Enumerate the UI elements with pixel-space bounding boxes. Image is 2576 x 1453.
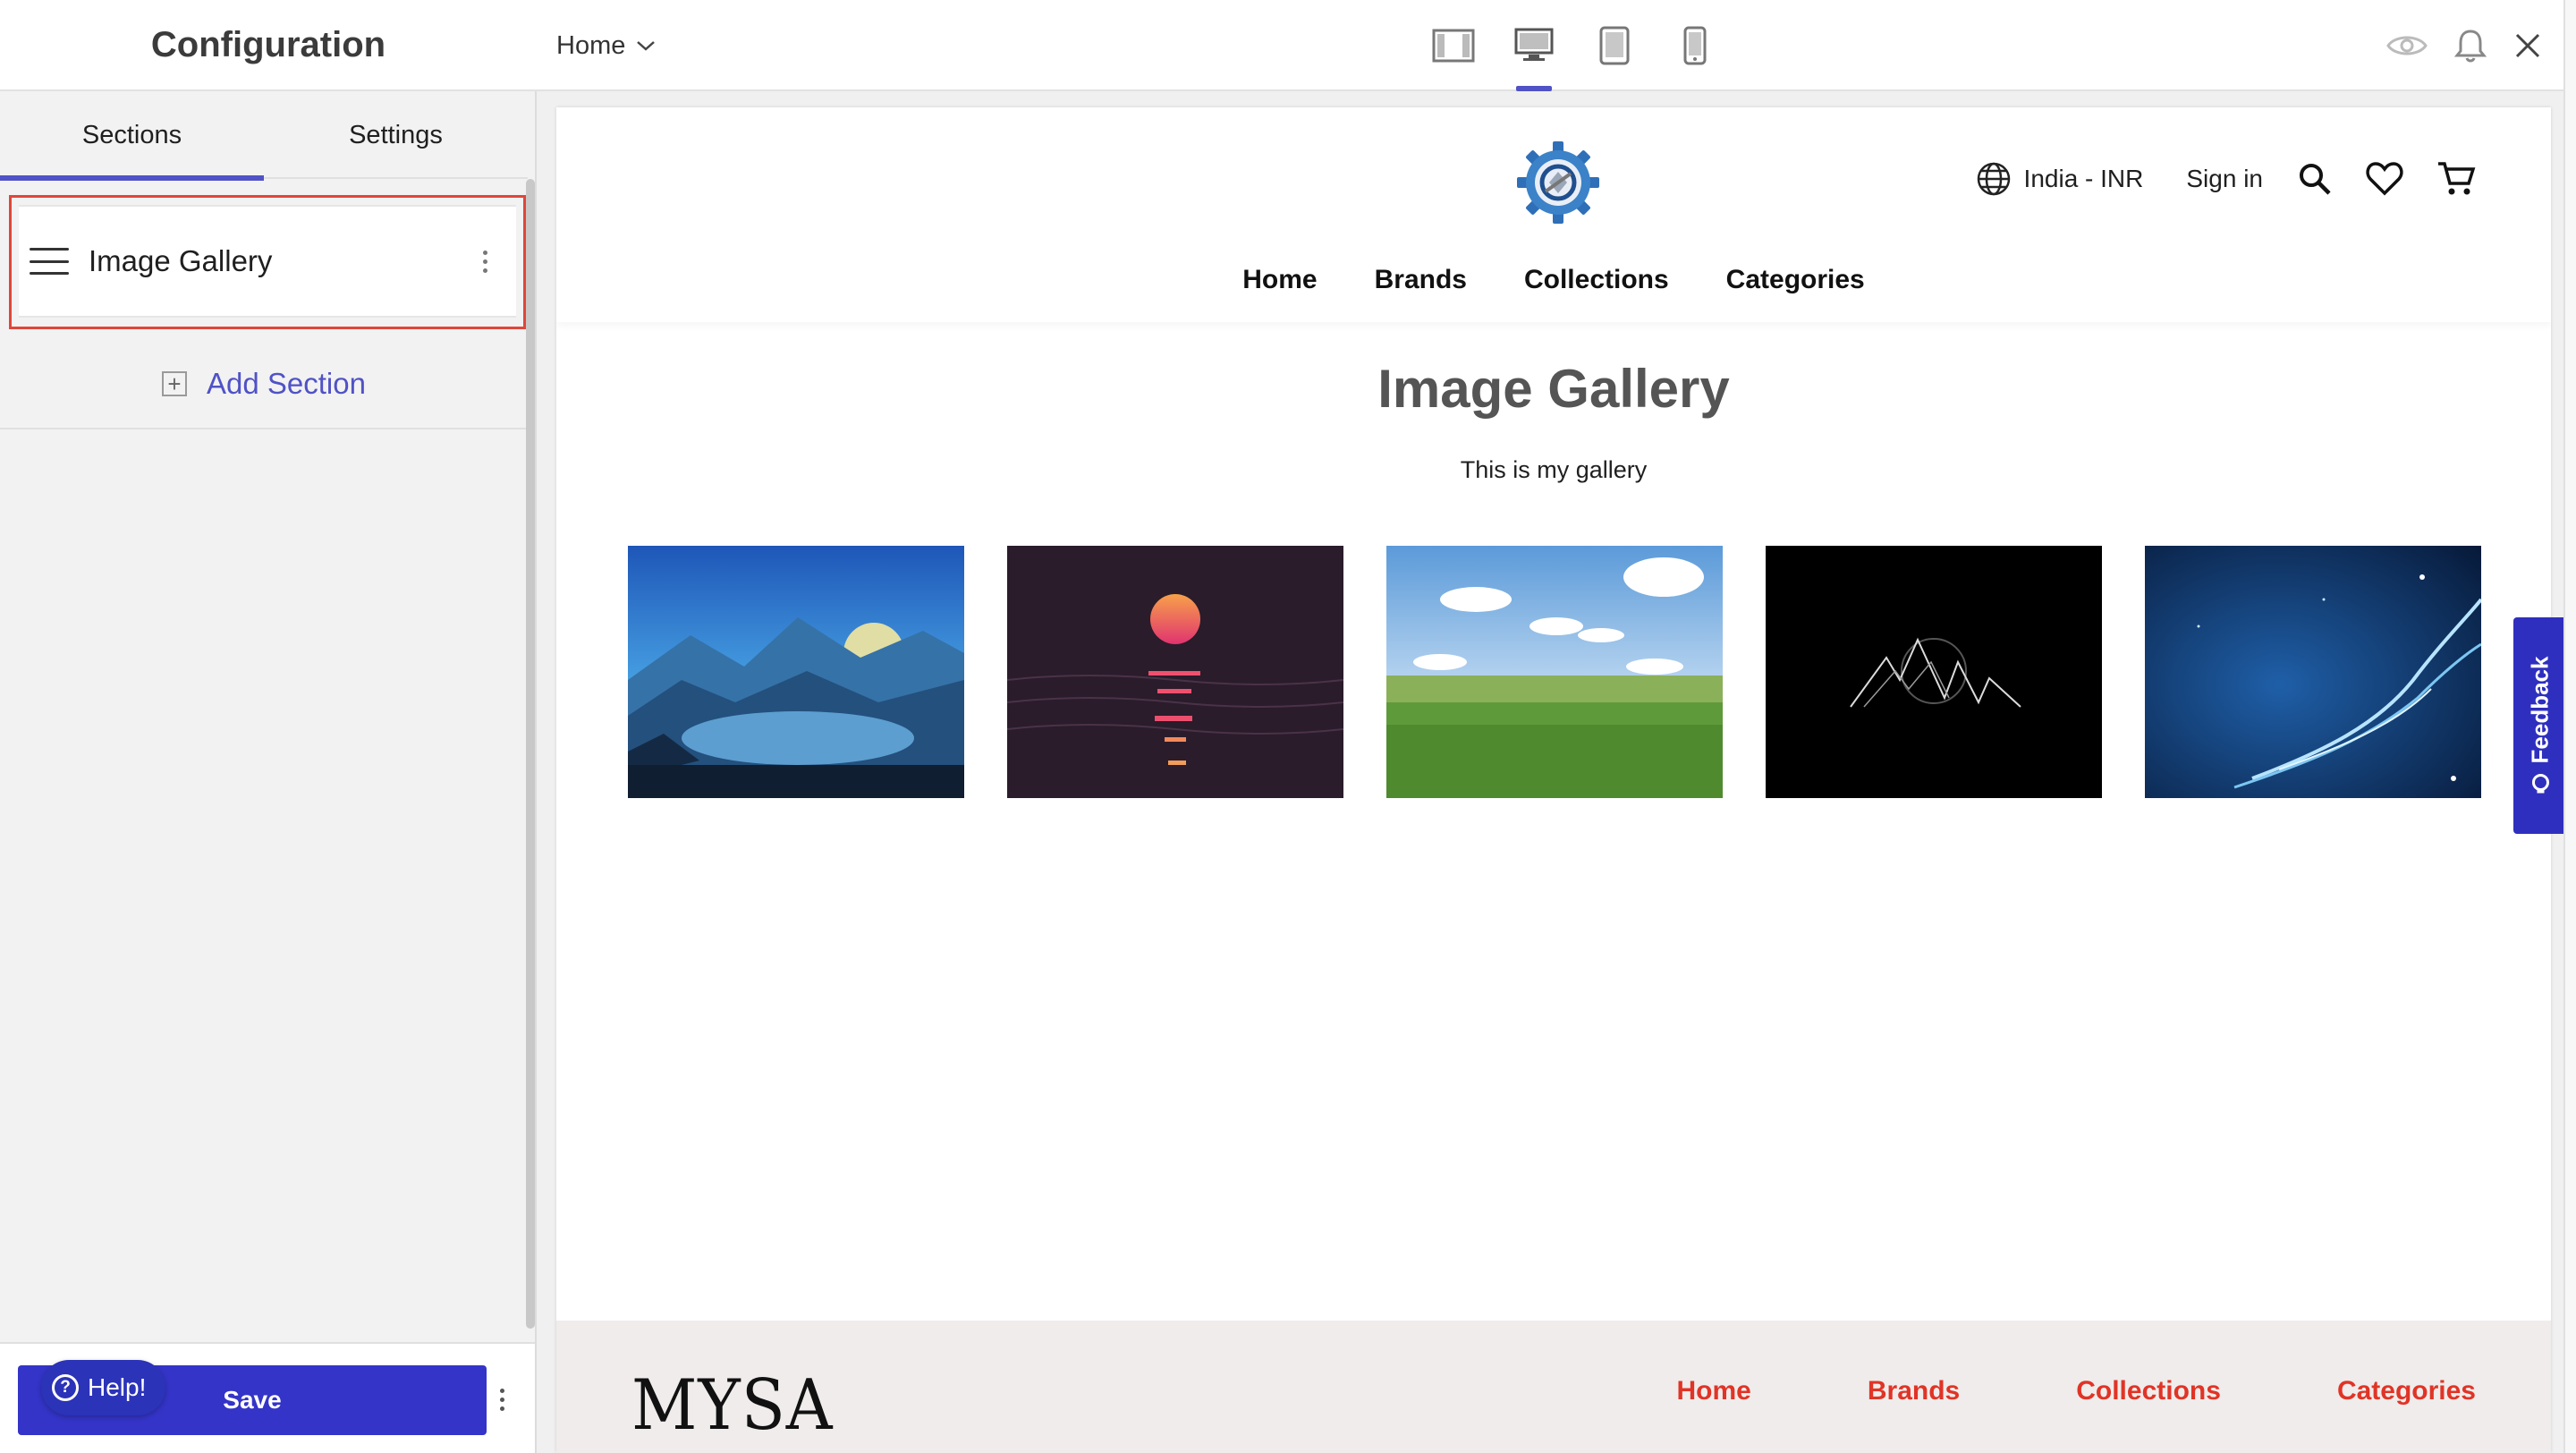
- page-selector-label: Home: [556, 30, 626, 60]
- question-icon: ?: [52, 1374, 79, 1401]
- panel-scrollbar[interactable]: [526, 179, 535, 1329]
- add-section-label: Add Section: [207, 367, 366, 400]
- footer-link-collections[interactable]: Collections: [2076, 1376, 2221, 1406]
- sidebar-layout-icon: [1432, 29, 1475, 63]
- app-root: Configuration Sections Settings Image Ga…: [0, 0, 2576, 1453]
- search-icon: [2300, 164, 2331, 195]
- add-section-button[interactable]: + Add Section: [0, 340, 528, 429]
- sidebar-layout-button[interactable]: [1413, 0, 1494, 91]
- configuration-panel: Configuration Sections Settings Image Ga…: [0, 0, 537, 1453]
- header-actions: India - INR Sign in: [1976, 152, 2476, 206]
- feedback-content: Feedback: [2527, 656, 2555, 795]
- store-footer: MYSA Home Brands Collections Categories: [556, 1321, 2551, 1453]
- feedback-label: Feedback: [2526, 656, 2554, 763]
- nav-link-brands[interactable]: Brands: [1375, 265, 1467, 295]
- device-switcher: [1413, 0, 1735, 91]
- section-row: Image Gallery: [19, 205, 516, 318]
- tab-settings[interactable]: Settings: [264, 91, 528, 179]
- close-icon[interactable]: [2513, 31, 2542, 60]
- mountain-lake-image[interactable]: [628, 546, 964, 798]
- search-button[interactable]: [2297, 161, 2333, 197]
- footer-logo[interactable]: MYSA: [631, 1365, 834, 1446]
- panel-tabs: Sections Settings: [0, 91, 528, 181]
- store-preview: India - INR Sign in Home Brands Collecti…: [556, 107, 2551, 1453]
- green-meadow-image[interactable]: [1386, 546, 1723, 798]
- footer-link-home[interactable]: Home: [1677, 1376, 1751, 1406]
- sign-in-link[interactable]: Sign in: [2186, 165, 2263, 193]
- gallery-title: Image Gallery: [1377, 359, 1730, 419]
- store-nav: Home Brands Collections Categories: [556, 265, 2551, 295]
- footer-link-categories[interactable]: Categories: [2337, 1376, 2476, 1406]
- gear-logo-icon[interactable]: [1513, 138, 1603, 227]
- mobile-icon: [1683, 26, 1707, 65]
- locale-selector[interactable]: India - INR: [1976, 161, 2144, 197]
- footer-link-brands[interactable]: Brands: [1868, 1376, 1960, 1406]
- image-gallery: [628, 546, 2481, 798]
- help-button[interactable]: ? Help!: [41, 1360, 166, 1415]
- editor-toolbar: Home: [537, 0, 2563, 91]
- cart-icon: [2438, 162, 2476, 195]
- sunset-sea-image[interactable]: [1007, 546, 1343, 798]
- wishlist-button[interactable]: [2365, 161, 2404, 197]
- line-mountains-image[interactable]: [1766, 546, 2102, 798]
- toolbar-actions: [2386, 0, 2542, 91]
- tablet-button[interactable]: [1574, 0, 1655, 91]
- heart-icon: [2366, 162, 2403, 196]
- desktop-button[interactable]: [1494, 0, 1574, 91]
- tablet-icon: [1599, 26, 1630, 65]
- cart-button[interactable]: [2436, 160, 2476, 198]
- eye-icon[interactable]: [2386, 31, 2428, 60]
- desktop-icon: [1514, 28, 1554, 61]
- window-right-edge: [2563, 0, 2576, 1453]
- feedback-tab[interactable]: Feedback: [2513, 617, 2567, 834]
- page-selector[interactable]: Home: [556, 0, 656, 91]
- footer-nav: Home Brands Collections Categories: [1677, 1376, 2476, 1406]
- store-header: India - INR Sign in Home Brands Collecti…: [556, 107, 2551, 322]
- nav-link-home[interactable]: Home: [1242, 265, 1317, 295]
- bell-icon[interactable]: [2454, 28, 2487, 64]
- save-more-icon[interactable]: [492, 1380, 512, 1419]
- section-more-icon[interactable]: [471, 243, 498, 279]
- plus-icon: +: [162, 371, 188, 396]
- tab-sections[interactable]: Sections: [0, 91, 264, 181]
- mobile-button[interactable]: [1655, 0, 1735, 91]
- section-label: Image Gallery: [89, 244, 273, 277]
- panel-header: Configuration: [0, 0, 537, 91]
- nav-link-categories[interactable]: Categories: [1726, 265, 1865, 295]
- help-label: Help!: [88, 1373, 147, 1401]
- section-item-image-gallery[interactable]: Image Gallery: [9, 195, 526, 329]
- chevron-down-icon: [637, 41, 656, 51]
- drag-handle-icon[interactable]: [30, 248, 69, 275]
- globe-icon: [1977, 162, 2010, 196]
- gallery-subtitle: This is my gallery: [1460, 456, 1648, 483]
- blue-light-wave-image[interactable]: [2145, 546, 2481, 798]
- locale-label: India - INR: [2023, 165, 2144, 192]
- panel-title: Configuration: [150, 24, 386, 64]
- lightbulb-icon: [2531, 773, 2549, 793]
- nav-link-collections[interactable]: Collections: [1524, 265, 1669, 295]
